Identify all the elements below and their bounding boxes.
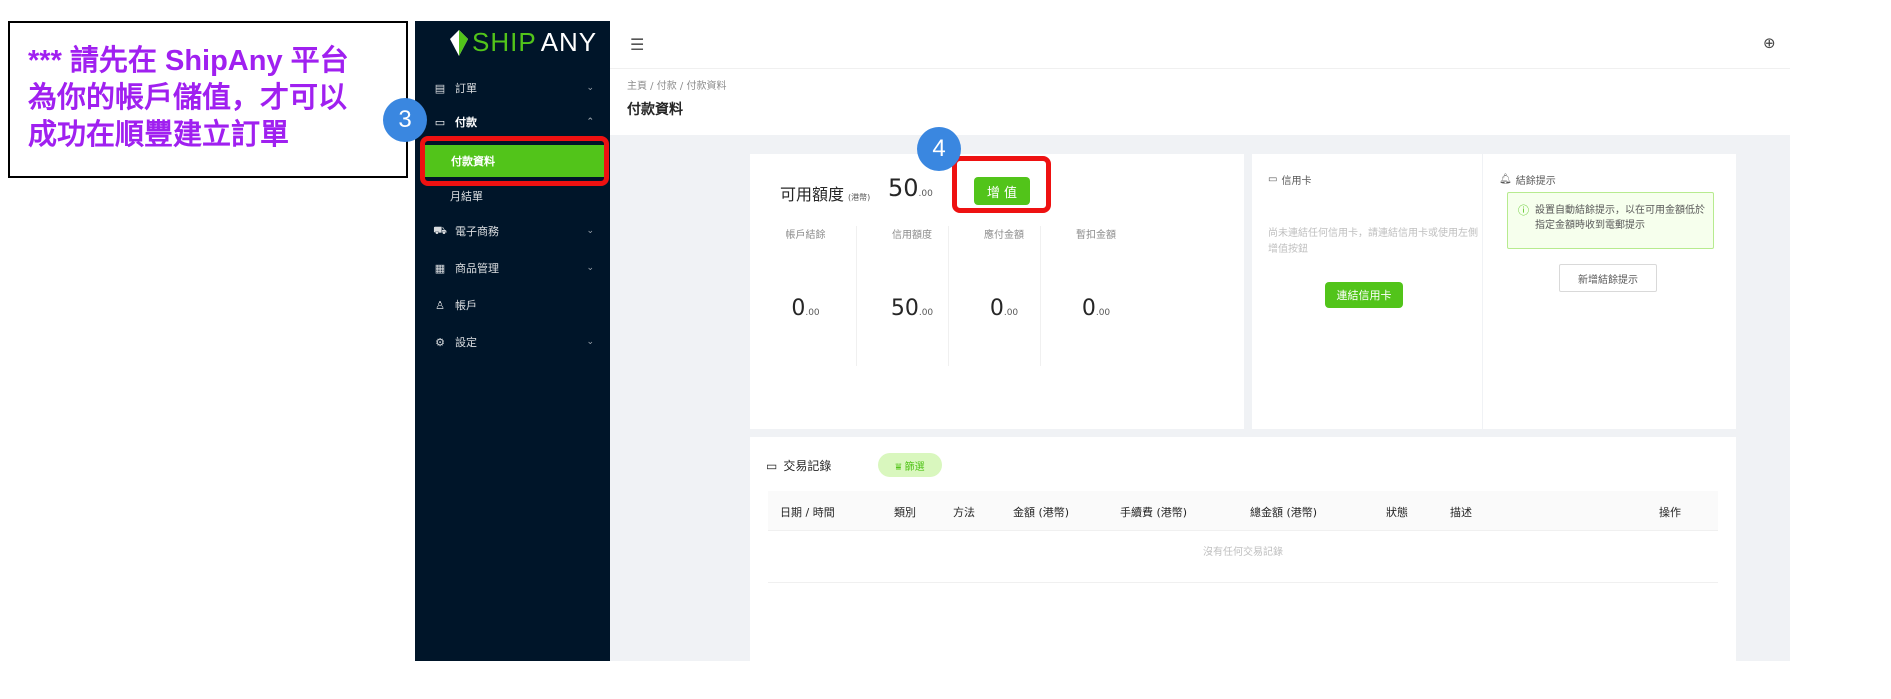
stat-dec: .00 — [1095, 308, 1111, 318]
stat-value: 0.00 — [1041, 296, 1151, 321]
breadcrumb[interactable]: 主頁 / 付款 / 付款資料 — [627, 77, 726, 92]
chevron-down-icon: ⌄ — [586, 337, 594, 347]
column-header-method[interactable]: 方法 — [953, 504, 975, 520]
info-icon: ⓘ — [1518, 204, 1529, 217]
column-header-description[interactable]: 描述 — [1450, 504, 1472, 520]
menu-fold-icon[interactable]: ☰ — [630, 35, 644, 54]
sidebar-item-ecommerce[interactable]: ⛟ 電子商務 ⌄ — [415, 214, 610, 248]
logo-text-accent: SHIP — [472, 27, 537, 57]
reminder-info-alert: ⓘ 設置自動結餘提示，以在可用金額低於指定金額時收到電郵提示 — [1507, 192, 1714, 249]
transaction-records-title: 交易記錄 — [783, 459, 832, 473]
page-title: 付款資料 — [627, 102, 683, 118]
content-body: 可用額度 (港幣) 50.00 增 值 帳戶結餘 0.00 信用額度 50.00 … — [610, 135, 1790, 667]
available-credit-label: 可用額度 (港幣) — [780, 181, 870, 205]
available-credit-text: 可用額度 — [780, 185, 845, 204]
gear-icon: ⚙ — [435, 335, 445, 349]
currency-unit: (港幣) — [848, 193, 871, 202]
balance-reminder-panel: 🔔︎ 結餘提示 ⓘ 設置自動結餘提示，以在可用金額低於指定金額時收到電郵提示 新… — [1483, 154, 1736, 429]
stat-account-balance: 帳戶結餘 0.00 — [750, 226, 861, 366]
order-icon: ▤ — [434, 81, 446, 95]
sidebar-item-products[interactable]: ▦ 商品管理 ⌄ — [415, 251, 610, 285]
stat-dec: .00 — [805, 308, 820, 318]
globe-icon[interactable]: ⊕ — [1763, 34, 1776, 52]
credit-card-icon: ▭ — [1268, 174, 1278, 185]
column-header-datetime[interactable]: 日期 / 時間 — [780, 504, 835, 520]
sidebar-item-account[interactable]: ♙ 帳戶 — [415, 288, 610, 322]
transaction-records-card: ▭ 交易記錄 ⩸ 篩選 日期 / 時間 類別 方法 金額 (港幣) 手續費 (港… — [750, 437, 1736, 667]
sidebar-item-label: 商品管理 — [455, 262, 499, 275]
chevron-down-icon: ⌄ — [586, 263, 594, 273]
sidebar-item-label: 訂單 — [455, 82, 477, 95]
logo-diamond-icon — [450, 29, 468, 56]
user-icon: ♙ — [435, 298, 445, 312]
empty-table-message: 沒有任何交易記錄 — [768, 531, 1718, 583]
sidebar-item-label: 設定 — [455, 336, 477, 349]
available-credit-amount: 50.00 — [888, 174, 933, 202]
list-icon: ▭ — [766, 458, 778, 473]
stat-int: 0 — [1081, 296, 1096, 321]
highlight-payment-info — [420, 136, 609, 186]
stat-label: 帳戶結餘 — [785, 230, 826, 241]
chevron-down-icon: ⌄ — [586, 83, 594, 93]
table-header-row: 日期 / 時間 類別 方法 金額 (港幣) 手續費 (港幣) 總金額 (港幣) … — [768, 491, 1718, 531]
grid-icon: ▦ — [434, 261, 446, 275]
sidebar-item-label: 帳戶 — [455, 299, 477, 312]
stat-int: 0 — [791, 296, 806, 321]
amount-integer: 50 — [888, 174, 919, 202]
sidebar: SHIP ANY ▤ 訂單 ⌄ ▭ 付款 ⌃ 付款資料 月結單 ⛟ 電子商務 ⌄ … — [415, 21, 610, 661]
sidebar-subitem-label: 月結單 — [450, 190, 483, 203]
chevron-down-icon: ⌄ — [586, 226, 594, 236]
credit-card-panel: ▭ 信用卡 尚未連結任何信用卡，請連結信用卡或使用左側增值按鈕 連結信用卡 — [1252, 154, 1482, 429]
reminder-alert-text: 設置自動結餘提示，以在可用金額低於指定金額時收到電郵提示 — [1535, 205, 1705, 231]
filter-label: 篩選 — [904, 461, 925, 473]
wallet-icon: ▭ — [434, 115, 446, 129]
column-header-actions: 操作 — [1659, 506, 1681, 519]
cart-icon: ⛟ — [433, 223, 447, 237]
stat-int: 0 — [989, 296, 1004, 321]
column-header-type[interactable]: 類別 — [894, 504, 916, 520]
sidebar-item-label: 電子商務 — [455, 225, 499, 238]
instruction-text: *** 請先在 ShipAny 平台 為你的帳戶儲值，才可以 成功在順豐建立訂單 — [28, 45, 349, 151]
stat-dec: .00 — [1003, 308, 1019, 318]
column-header-amount[interactable]: 金額 (港幣) — [1013, 504, 1069, 520]
filter-button[interactable]: ⩸ 篩選 — [878, 453, 942, 477]
sidebar-item-payment[interactable]: ▭ 付款 ⌃ — [415, 105, 610, 139]
sidebar-item-label: 付款 — [455, 116, 477, 129]
balance-reminder-title: 結餘提示 — [1515, 176, 1556, 187]
bell-icon: 🔔︎ — [1499, 174, 1512, 185]
credit-card-description: 尚未連結任何信用卡，請連結信用卡或使用左側增值按鈕 — [1268, 228, 1478, 255]
link-credit-card-button[interactable]: 連結信用卡 — [1325, 282, 1403, 308]
sidebar-item-settings[interactable]: ⚙ 設定 ⌄ — [415, 325, 610, 359]
column-header-total[interactable]: 總金額 (港幣) — [1250, 504, 1317, 520]
column-header-status[interactable]: 狀態 — [1386, 504, 1408, 520]
chevron-up-icon: ⌃ — [586, 117, 594, 127]
add-balance-reminder-button[interactable]: 新增結餘提示 — [1559, 264, 1657, 292]
credit-card-title: 信用卡 — [1281, 176, 1312, 187]
filter-icon: ⩸ — [895, 461, 902, 473]
transaction-records-header: ▭ 交易記錄 — [766, 457, 831, 474]
sidebar-item-orders[interactable]: ▤ 訂單 ⌄ — [415, 71, 610, 105]
shipany-logo[interactable]: SHIP ANY — [450, 27, 597, 58]
step-4-badge: 4 — [917, 127, 961, 171]
stat-amount-on-hold: 暫扣金額 0.00 — [1040, 226, 1151, 366]
instruction-note: *** 請先在 ShipAny 平台 為你的帳戶儲值，才可以 成功在順豐建立訂單 — [8, 21, 408, 178]
top-header: ☰ ⊕ — [610, 21, 1790, 69]
stat-label: 暫扣金額 — [1076, 230, 1116, 241]
stat-int: 50 — [890, 296, 919, 321]
highlight-top-up — [952, 156, 1051, 213]
column-header-fee[interactable]: 手續費 (港幣) — [1120, 504, 1187, 520]
balance-reminder-header: 🔔︎ 結餘提示 — [1499, 172, 1556, 187]
stat-dec: .00 — [918, 308, 934, 318]
stat-value: 0.00 — [750, 296, 861, 321]
main-content: 主頁 / 付款 / 付款資料 付款資料 可用額度 (港幣) 50.00 增 值 帳… — [610, 69, 1790, 667]
transaction-table: 日期 / 時間 類別 方法 金額 (港幣) 手續費 (港幣) 總金額 (港幣) … — [768, 491, 1718, 583]
credit-card-header: ▭ 信用卡 — [1268, 172, 1311, 187]
amount-decimal: .00 — [918, 189, 933, 199]
logo-text-rest: ANY — [540, 27, 598, 57]
step-3-badge: 3 — [383, 98, 427, 142]
